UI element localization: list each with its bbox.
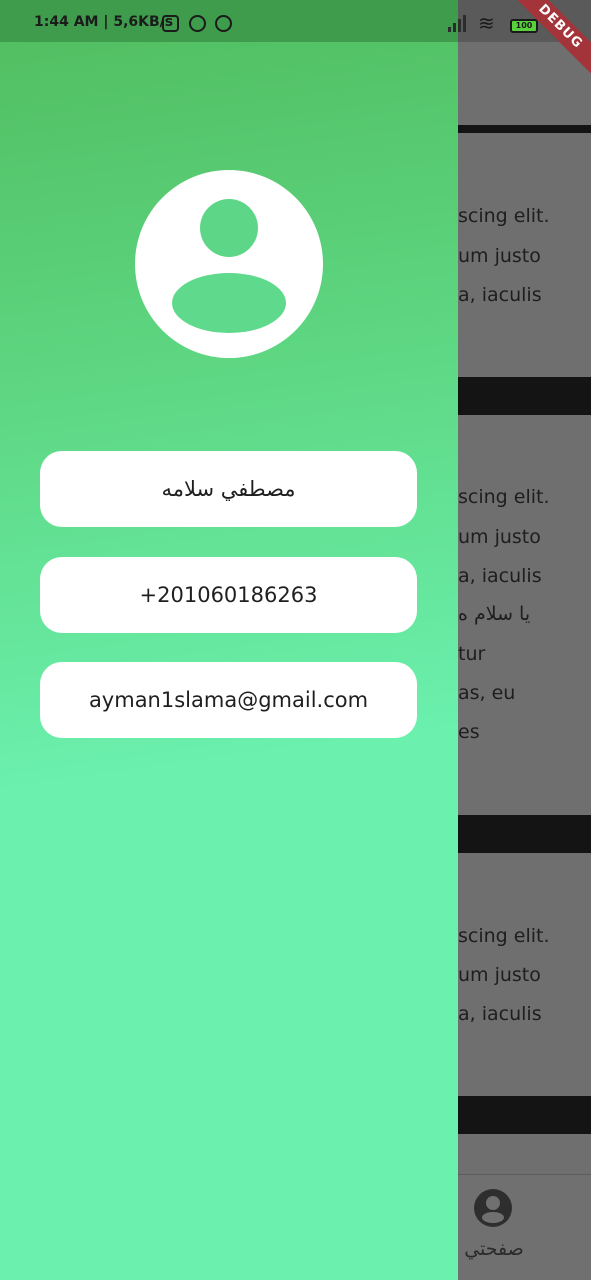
post-text-line: scing elit. (458, 205, 550, 227)
account-circle-icon (135, 170, 323, 358)
status-bar: 1:44 AM | 5,6KB/s ≋ 100 DEBUG (0, 0, 591, 81)
wifi-icon: ≋ (478, 11, 495, 35)
account-circle-icon[interactable] (474, 1189, 512, 1227)
post-text-line: um justo (458, 964, 541, 986)
icon-torso (482, 1212, 504, 1223)
avatar-torso (172, 273, 286, 333)
user-phone-card[interactable]: +201060186263 (40, 557, 417, 633)
post-text-line: a, iaculis (458, 284, 542, 306)
post-text-line: as, eu (458, 682, 516, 704)
post-text-line: um justo (458, 526, 541, 548)
battery-icon: 100 (510, 19, 538, 33)
post-text-line: es (458, 721, 480, 743)
post-text-line: um justo (458, 245, 541, 267)
post-text-line: يا سلام ه (458, 603, 531, 625)
sync-icon (189, 15, 206, 32)
muted-notification-icon (162, 15, 179, 32)
navigation-drawer: مصطفي سلامه +201060186263 ayman1slama@gm… (0, 42, 458, 1280)
post-text-line: a, iaculis (458, 1003, 542, 1025)
icon-head (486, 1196, 500, 1210)
sync-icon (215, 15, 232, 32)
user-name: مصطفي سلامه (161, 477, 296, 501)
post-text-line: a, iaculis (458, 565, 542, 587)
user-email-card[interactable]: ayman1slama@gmail.com (40, 662, 417, 738)
post-text-line: tur (458, 643, 486, 665)
user-phone: +201060186263 (139, 583, 318, 607)
bottom-nav-label[interactable]: صفحتي (452, 1238, 536, 1260)
post-text-line: scing elit. (458, 925, 550, 947)
avatar-head (200, 199, 258, 257)
signal-icon (448, 14, 470, 32)
status-time-speed: 1:44 AM | 5,6KB/s (34, 14, 174, 30)
user-name-card[interactable]: مصطفي سلامه (40, 451, 417, 527)
user-email: ayman1slama@gmail.com (88, 688, 369, 712)
post-text-line: scing elit. (458, 486, 550, 508)
